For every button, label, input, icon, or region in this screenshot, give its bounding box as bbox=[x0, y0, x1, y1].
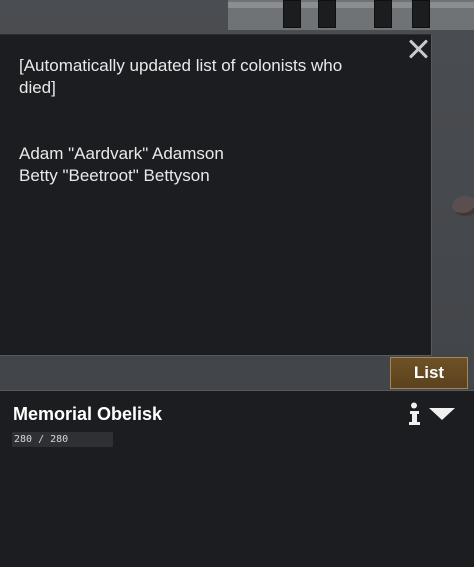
inscription-window: [Automatically updated list of colonists… bbox=[0, 34, 432, 356]
wall-pillar bbox=[318, 0, 336, 28]
close-icon[interactable] bbox=[404, 35, 432, 63]
building-title: Memorial Obelisk bbox=[13, 404, 163, 424]
inscription-text: [Automatically updated list of colonists… bbox=[19, 55, 379, 187]
colonist-name: Adam "Aardvark" Adamson bbox=[19, 144, 224, 163]
hit-points-text: 280 / 280 bbox=[14, 434, 69, 445]
hit-points-bar: 280 / 280 bbox=[12, 432, 113, 447]
wall-pillar bbox=[283, 0, 301, 28]
wall-pillar bbox=[374, 0, 392, 28]
colonist-name: Betty "Beetroot" Bettyson bbox=[19, 166, 210, 185]
rock-chunk[interactable] bbox=[452, 196, 474, 216]
inspect-pane: Memorial Obelisk 280 / 280 bbox=[0, 390, 474, 567]
wall-pillar bbox=[412, 0, 430, 28]
wall-strip bbox=[228, 0, 474, 30]
info-icon[interactable] bbox=[406, 402, 422, 426]
chevron-down-icon[interactable] bbox=[428, 406, 456, 422]
colonist-name-list: Adam "Aardvark" Adamson Betty "Beetroot"… bbox=[19, 143, 379, 187]
inscription-header: [Automatically updated list of colonists… bbox=[19, 56, 343, 97]
tab-list[interactable]: List bbox=[390, 357, 468, 389]
